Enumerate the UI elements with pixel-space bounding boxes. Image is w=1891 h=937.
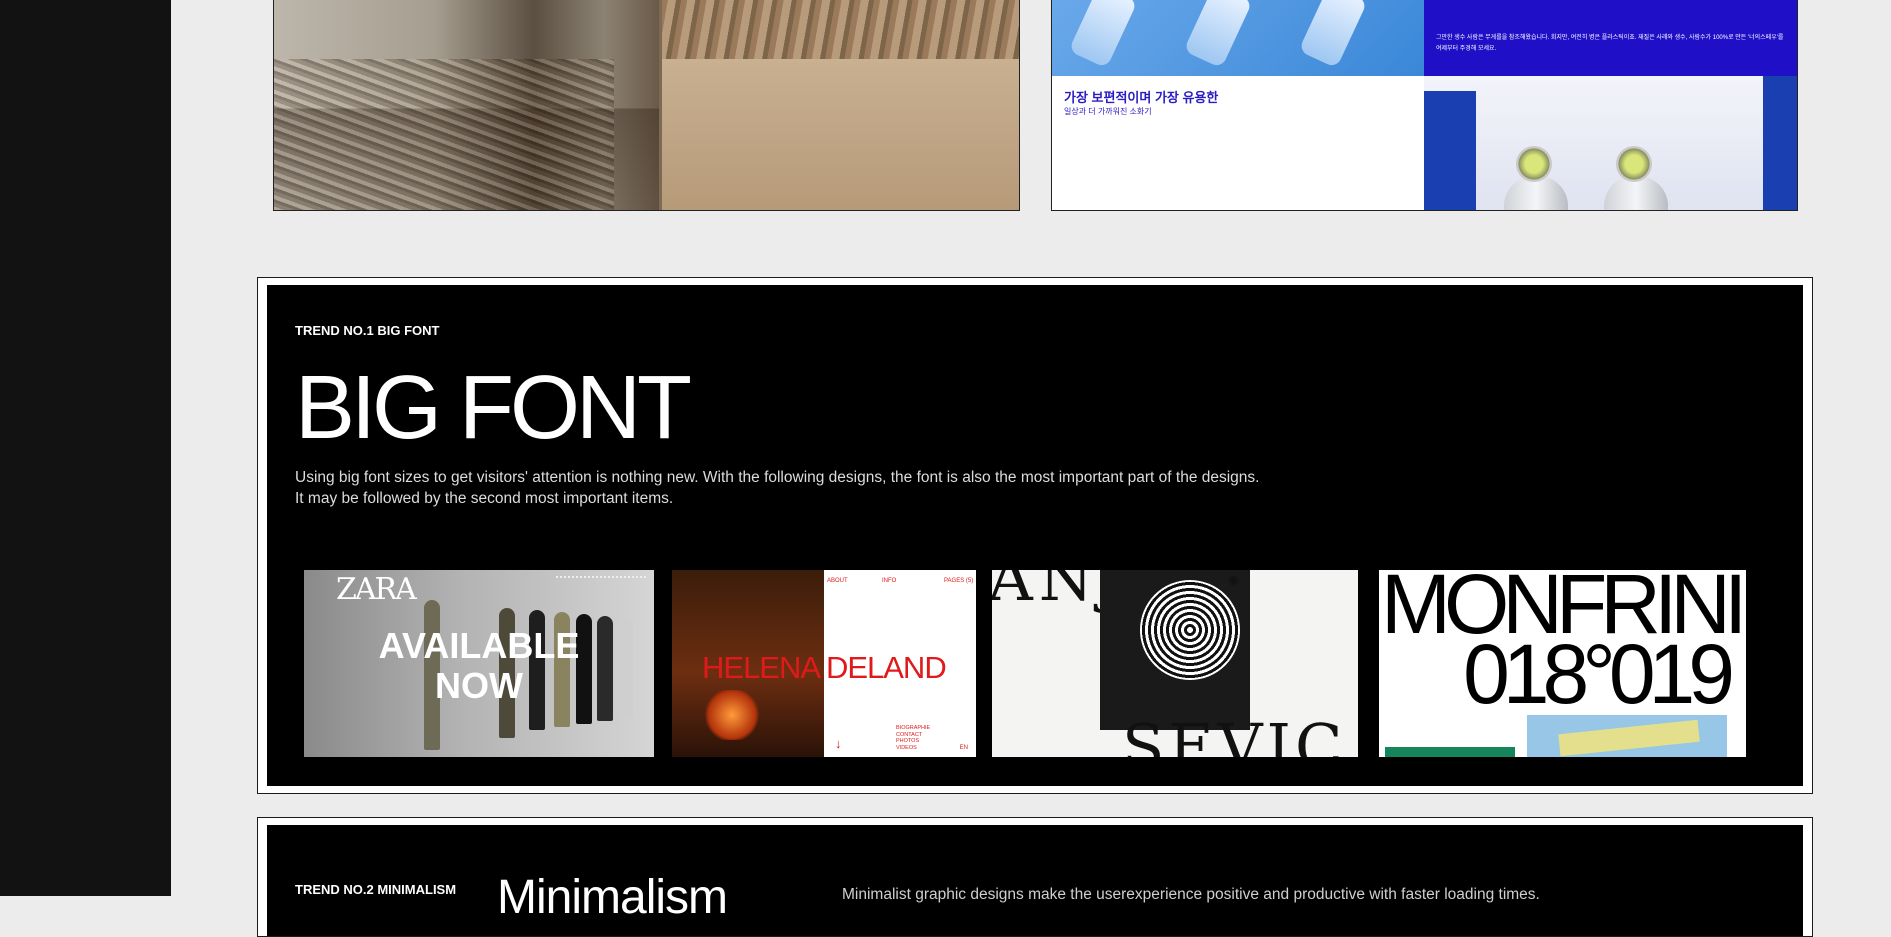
wall-brick-texture: [662, 0, 1019, 59]
bottle-icon: [1068, 0, 1138, 69]
zara-headline-line-2: NOW: [435, 665, 523, 706]
zara-nav-dots: [556, 576, 646, 583]
panel-text: 그만한 생수 사람은 무게를을 참조해왔습니다. 회지만, 여전히 병은 플라스…: [1436, 35, 1784, 52]
blue-box: [1424, 91, 1476, 210]
blue-info-panel: 그만한 생수 사람은 무게를을 참조해왔습니다. 회지만, 여전히 병은 플라스…: [1424, 0, 1797, 76]
zara-logo: ZARA: [336, 572, 417, 607]
gauge-icon: [1616, 146, 1652, 182]
wall-photo-card[interactable]: [273, 0, 1020, 211]
eye-icon: ◉: [1228, 572, 1240, 587]
trend-desc-line-1: Using big font sizes to get visitors' at…: [295, 469, 1260, 486]
blue-box: [1763, 76, 1797, 210]
helena-nav-info: INFO: [882, 578, 897, 584]
trend-heading: Minimalism: [497, 871, 728, 924]
anja-bottom-word: SEVIC: [1122, 710, 1347, 757]
trend-description: Minimalist graphic designs make the user…: [842, 886, 1540, 903]
bottle-icon: [1183, 0, 1253, 69]
anja-collage: [1100, 570, 1250, 730]
trend-heading: BIG FONT: [295, 358, 692, 458]
arrow-down-icon: ↓: [835, 736, 842, 751]
zara-example-thumbnail[interactable]: ZARA AVAILABLE NOW: [304, 570, 654, 757]
trend-label: TREND NO.2 MINIMALISM: [295, 882, 457, 897]
trend-panel: TREND NO.2 MINIMALISM Minimalism Minimal…: [267, 825, 1803, 936]
trend-panel: TREND NO.1 BIG FONT BIG FONT Using big f…: [267, 285, 1803, 786]
concrete-floor: [662, 59, 1019, 210]
trend-desc-line-2: It may be followed by the second most im…: [295, 490, 674, 507]
helena-name: HELENA DELAND: [702, 650, 947, 685]
wall-peeling-texture: [274, 59, 614, 210]
helena-nav-about: ABOUT: [827, 578, 848, 584]
helena-menu: BIOGRAPHIE CONTACT PHOTOS VIDEOS: [896, 725, 931, 751]
trend-description: Using big font sizes to get visitors' at…: [295, 467, 1345, 509]
helena-lang: EN: [959, 745, 968, 751]
zara-headline-line-1: AVAILABLE: [378, 625, 580, 666]
concentric-rings: [1140, 580, 1240, 680]
bottle-icon: [1298, 0, 1368, 69]
gauge-icon: [1516, 146, 1552, 182]
water-bottles-photo: [1052, 0, 1424, 76]
card-title: 가장 보편적이며 가장 유용한: [1064, 90, 1219, 105]
trend-minimalism-section: TREND NO.2 MINIMALISM Minimalism Minimal…: [257, 817, 1813, 937]
helena-deland-example-thumbnail[interactable]: ABOUT INFO PAGES (5) HELENA DELAND BIOGR…: [672, 570, 976, 757]
left-sidebar: [0, 0, 171, 896]
monfrini-green-bar: [1385, 747, 1515, 757]
korean-extinguisher-card[interactable]: 그만한 생수 사람은 무게를을 참조해왔습니다. 회지만, 여전히 병은 플라스…: [1051, 0, 1798, 211]
card-subtitle: 일상과 더 가까워진 소화기: [1064, 107, 1152, 116]
anja-sevic-example-thumbnail[interactable]: ANJA ◉ SEVIC: [992, 570, 1358, 757]
fireplace-glow: [702, 690, 762, 740]
trend-label: TREND NO.1 BIG FONT: [295, 323, 440, 338]
monfrini-example-thumbnail[interactable]: MONFRINI 018°019: [1379, 570, 1746, 757]
monfrini-numbers: 018°019: [1463, 627, 1735, 721]
trend-big-font-section: TREND NO.1 BIG FONT BIG FONT Using big f…: [257, 277, 1813, 794]
extinguisher-photo: [1424, 76, 1797, 210]
helena-nav-pages: PAGES (5): [944, 578, 974, 584]
